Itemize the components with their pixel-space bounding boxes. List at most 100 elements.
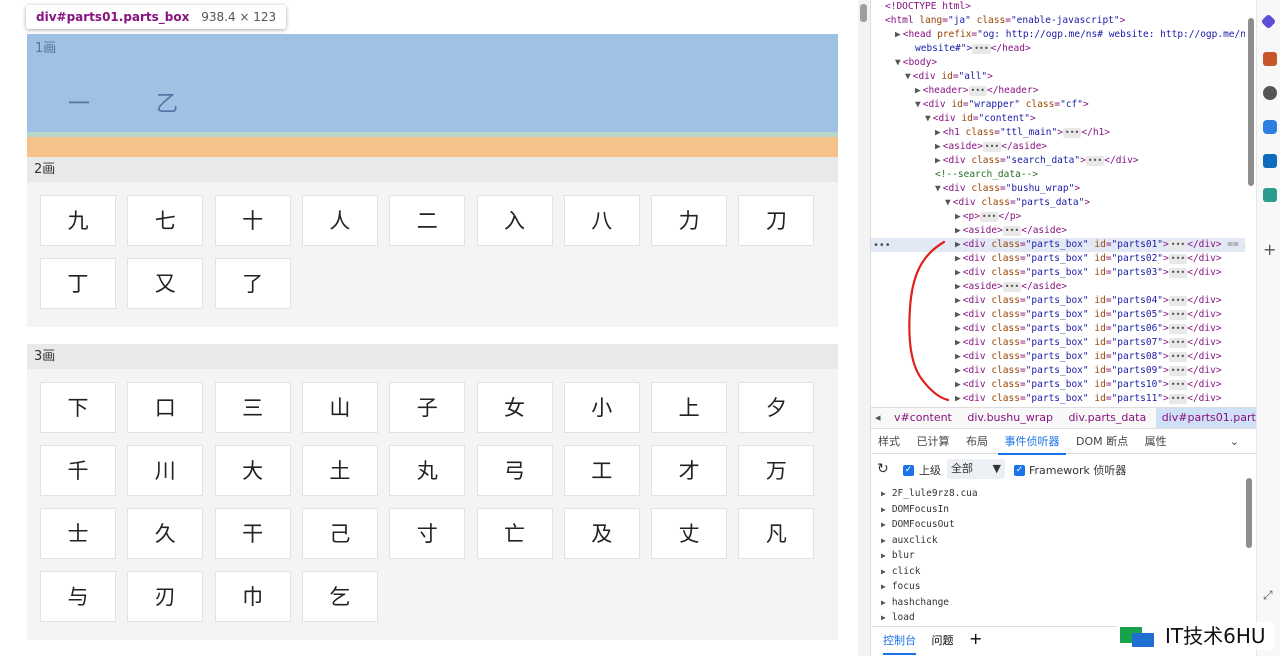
kanji-tile[interactable]: 千 — [40, 445, 116, 496]
dom-node[interactable]: ▶ <div class="parts_box" id="parts03"> •••… — [955, 266, 1222, 280]
dom-node[interactable]: ▼ <div id="content"> — [925, 112, 1036, 126]
sidebar-briefcase-icon[interactable] — [1263, 52, 1277, 66]
event-listener-item[interactable]: ▶ click — [881, 564, 978, 580]
event-listener-item[interactable]: ▶ load — [881, 610, 978, 626]
kanji-tile[interactable]: 丸 — [389, 445, 466, 496]
kanji-tile[interactable]: 山 — [301, 382, 378, 433]
tab-computed[interactable]: 已计算 — [910, 431, 956, 453]
dom-node[interactable]: ▶ <h1 class="ttl_main"> ••• </h1> — [935, 126, 1110, 140]
kanji-tile[interactable]: 凡 — [738, 508, 815, 559]
kanji-tile[interactable]: 及 — [563, 508, 640, 559]
page-scrollbar[interactable] — [858, 0, 870, 656]
event-listener-item[interactable]: ▶ auxclick — [881, 533, 978, 549]
sidebar-shopping-icon[interactable] — [1263, 188, 1277, 202]
kanji-tile[interactable]: 三 — [214, 382, 291, 433]
dom-node[interactable]: ▼ <body> — [895, 56, 937, 70]
kanji-tile[interactable]: 乙 — [156, 86, 178, 118]
tab-event-listeners[interactable]: 事件侦听器 — [997, 431, 1066, 455]
dom-node[interactable]: ▼ <div id="all"> — [905, 70, 993, 84]
dom-node[interactable]: <!DOCTYPE html> — [885, 0, 971, 14]
kanji-tile[interactable]: 干 — [214, 508, 291, 559]
event-listener-item[interactable]: ▶ DOMFocusOut — [881, 517, 978, 533]
dom-node[interactable]: ▶ <div class="parts_box" id="parts11"> •••… — [955, 392, 1222, 406]
kanji-tile[interactable]: 久 — [127, 508, 204, 559]
kanji-tile[interactable]: 女 — [476, 382, 553, 433]
kanji-tile[interactable]: 寸 — [389, 508, 466, 559]
framework-checkbox[interactable]: ✓ — [1014, 463, 1025, 476]
dom-node[interactable]: ▼ <div class="bushu_wrap"> — [935, 182, 1080, 196]
kanji-tile[interactable]: 土 — [301, 445, 378, 496]
kanji-tile[interactable]: 十 — [214, 195, 291, 246]
dom-node[interactable]: ▶ <p> ••• </p> — [955, 210, 1021, 224]
dom-node[interactable]: ▶ <div class="parts_box" id="parts08"> •••… — [955, 350, 1222, 364]
kanji-tile[interactable]: 夕 — [738, 382, 815, 433]
dom-node[interactable]: ▶ <aside> ••• </aside> — [955, 224, 1067, 238]
dom-node[interactable]: ▼ <div class="parts_data"> — [945, 196, 1090, 210]
breadcrumb-left-arrow-icon[interactable]: ◂ — [871, 408, 885, 428]
events-scrollbar-thumb[interactable] — [1246, 478, 1252, 548]
sidebar-diamond-icon[interactable] — [1260, 13, 1277, 30]
tab-console[interactable]: 控制台 — [883, 629, 916, 655]
kanji-tile[interactable]: 与 — [40, 571, 116, 622]
dom-node-selected[interactable]: ▶ <div class="parts_box" id="parts01"> •••… — [871, 238, 1256, 252]
sidebar-expand-icon[interactable]: ⤢ — [1263, 588, 1273, 603]
breadcrumb-item[interactable]: div.bushu_wrap — [961, 408, 1059, 428]
kanji-tile[interactable]: 刃 — [127, 571, 204, 622]
kanji-tile[interactable]: 一 — [68, 86, 90, 118]
kanji-tile[interactable]: 入 — [476, 195, 553, 246]
dom-node[interactable]: ▶ <aside> ••• </aside> — [955, 280, 1067, 294]
events-scrollbar[interactable] — [1245, 478, 1253, 618]
dom-node[interactable]: ▶ <div class="parts_box" id="parts09"> •••… — [955, 364, 1222, 378]
kanji-tile[interactable]: 才 — [651, 445, 728, 496]
refresh-icon[interactable]: ↻ — [877, 461, 889, 477]
kanji-tile[interactable]: 小 — [563, 382, 640, 433]
kanji-tile[interactable]: 下 — [40, 382, 116, 433]
chevron-down-icon[interactable]: ⌄ — [1223, 431, 1245, 453]
kanji-tile[interactable]: 了 — [214, 258, 291, 309]
tab-dom-breakpoints[interactable]: DOM 断点 — [1069, 431, 1134, 453]
dom-node[interactable]: ▶ <head prefix="og: http://ogp.me/ns# web… — [895, 28, 1257, 42]
kanji-tile[interactable]: 七 — [127, 195, 204, 246]
kanji-tile[interactable]: 巾 — [214, 571, 291, 622]
kanji-tile[interactable]: 二 — [389, 195, 466, 246]
kanji-tile[interactable]: 亡 — [476, 508, 553, 559]
kanji-tile[interactable]: 力 — [651, 195, 728, 246]
kanji-tile[interactable]: 人 — [301, 195, 378, 246]
page-scrollbar-thumb[interactable] — [860, 4, 867, 22]
tab-layout[interactable]: 布局 — [959, 431, 994, 453]
event-listener-item[interactable]: ▶ focus — [881, 579, 978, 595]
kanji-tile[interactable]: 八 — [563, 195, 640, 246]
kanji-tile[interactable]: 子 — [389, 382, 466, 433]
kanji-tile[interactable]: 又 — [127, 258, 204, 309]
kanji-tile[interactable]: 川 — [127, 445, 204, 496]
dom-node[interactable]: ▼ <div id="wrapper" class="cf"> — [915, 98, 1089, 112]
event-listener-item[interactable]: ▶ blur — [881, 548, 978, 564]
dom-node[interactable]: ▶ <div class="parts_box" id="parts02"> •••… — [955, 252, 1222, 266]
dom-node[interactable]: ▶ <div class="parts_box" id="parts10"> •••… — [955, 378, 1222, 392]
tab-styles[interactable]: 样式 — [871, 431, 906, 453]
ancestors-checkbox[interactable]: ✓ — [903, 463, 914, 476]
kanji-tile[interactable]: 丁 — [40, 258, 116, 309]
kanji-tile[interactable]: 刀 — [738, 195, 815, 246]
sidebar-copilot-icon[interactable] — [1263, 120, 1277, 134]
dom-node[interactable]: ▶ <div class="parts_box" id="parts06"> •••… — [955, 322, 1222, 336]
dom-node[interactable]: ▶ <div class="parts_box" id="parts05"> •••… — [955, 308, 1222, 322]
kanji-tile[interactable]: 上 — [651, 382, 728, 433]
kanji-tile[interactable]: 大 — [214, 445, 291, 496]
elements-scrollbar-thumb[interactable] — [1248, 18, 1254, 186]
breadcrumb-item[interactable]: div.parts_data — [1062, 408, 1152, 428]
breadcrumb-item[interactable]: v#content — [888, 408, 958, 428]
kanji-tile[interactable]: 乞 — [301, 571, 378, 622]
more-options-dots[interactable]: ••• — [873, 240, 891, 251]
dom-node[interactable]: website#"> ••• </head> — [915, 42, 1031, 56]
add-tab-icon[interactable]: + — [969, 627, 982, 651]
dom-node[interactable]: ▶ <div class="parts_box" id="parts07"> •••… — [955, 336, 1222, 350]
kanji-tile[interactable]: 万 — [738, 445, 815, 496]
sidebar-add-icon[interactable]: + — [1263, 240, 1276, 259]
elements-tree[interactable]: <!DOCTYPE html> <html lang="ja" class="en… — [871, 0, 1257, 406]
sidebar-outlook-icon[interactable] — [1263, 154, 1277, 168]
parts-box-1-highlighted[interactable]: 1画 一 乙 — [27, 34, 838, 157]
kanji-tile[interactable]: 九 — [40, 195, 116, 246]
sidebar-people-icon[interactable] — [1263, 86, 1277, 100]
kanji-tile[interactable]: 士 — [40, 508, 116, 559]
